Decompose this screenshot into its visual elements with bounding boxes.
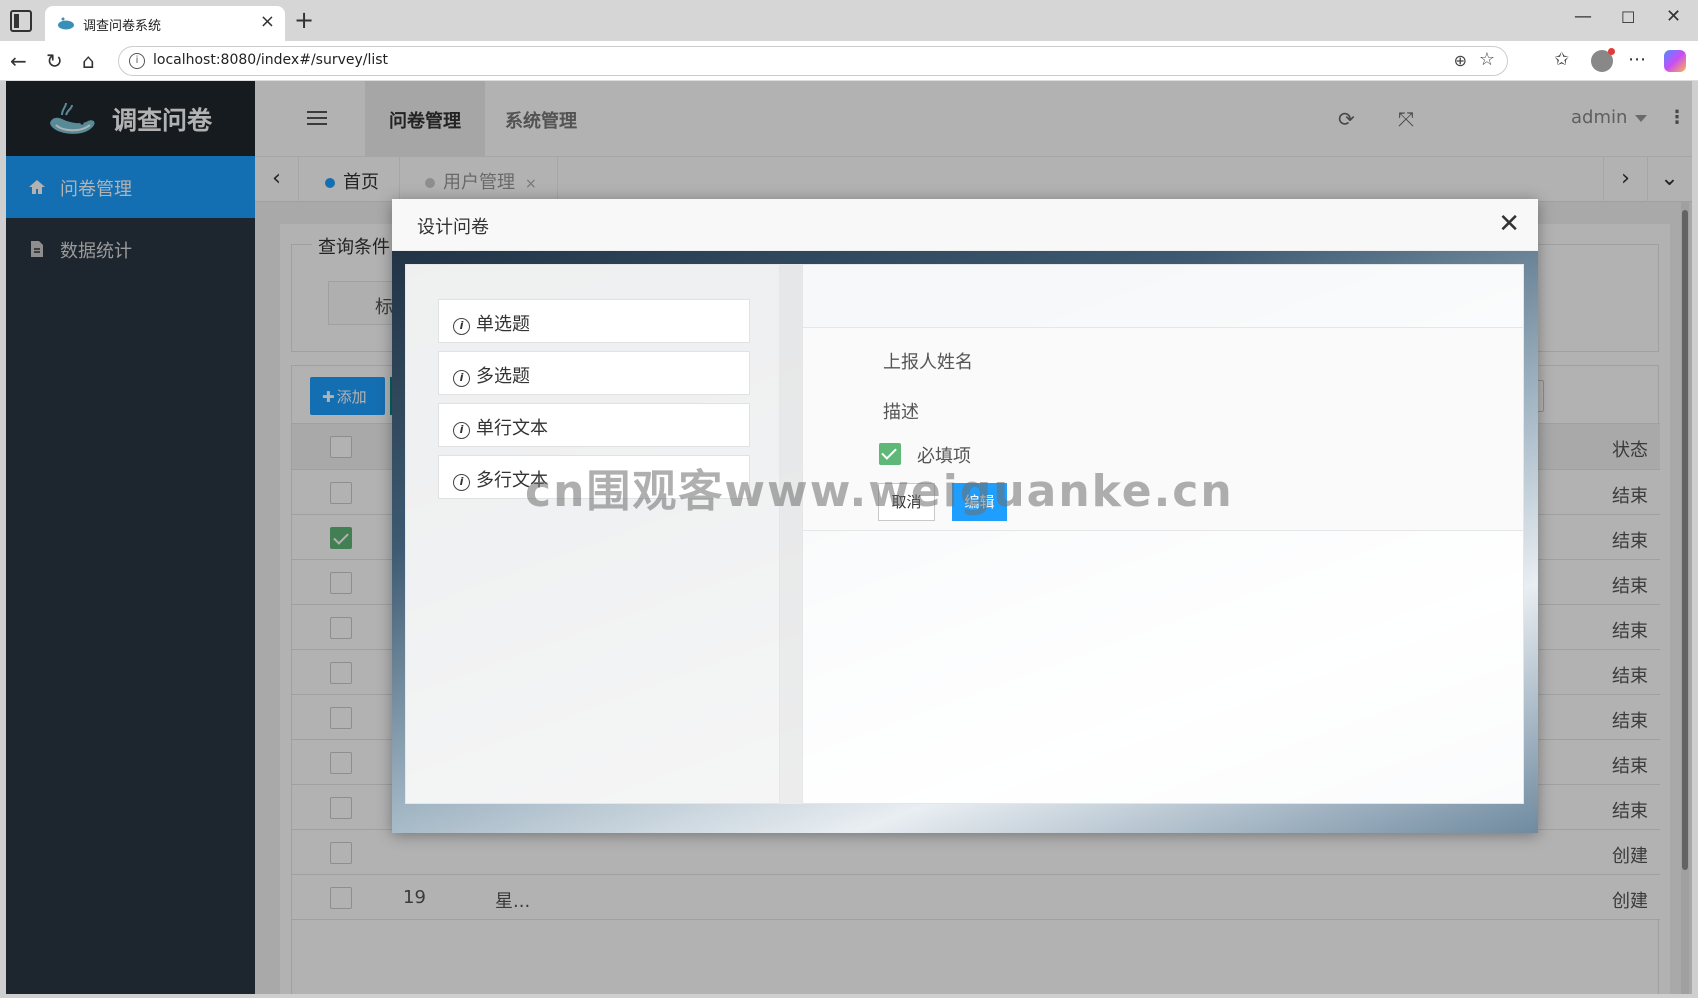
watermark: cn围观客www.weiguanke.cn xyxy=(525,466,1234,517)
profile-avatar[interactable] xyxy=(1591,48,1615,72)
qtype-single-choice[interactable]: i 单选题 xyxy=(438,299,750,343)
dialog-title: 设计问卷 xyxy=(417,217,489,238)
new-tab-icon[interactable]: + xyxy=(294,6,314,34)
question-title[interactable]: 上报人姓名 xyxy=(883,348,973,374)
qtype-label: 多选题 xyxy=(476,366,530,387)
site-info-icon[interactable]: i xyxy=(129,53,145,69)
info-icon: i xyxy=(453,422,470,439)
panel-divider xyxy=(780,264,802,804)
dialog-body: i 单选题 i 多选题 i 单行文本 i 多行文本 上报人姓名 描述 必填项 取消 编辑 xyxy=(392,251,1538,833)
canvas-header xyxy=(803,265,1523,328)
qtype-label: 单选题 xyxy=(476,314,530,335)
more-menu-icon[interactable]: ⋯ xyxy=(1628,49,1646,70)
question-description[interactable]: 描述 xyxy=(883,398,919,424)
reload-icon[interactable]: ↻ xyxy=(46,49,63,73)
copilot-icon[interactable] xyxy=(1664,50,1686,72)
info-icon: i xyxy=(453,474,470,491)
qtype-multi-choice[interactable]: i 多选题 xyxy=(438,351,750,395)
close-icon[interactable]: ✕ xyxy=(1498,209,1520,239)
url-text: localhost:8080/index#/survey/list xyxy=(153,52,389,68)
window-close-icon[interactable]: ✕ xyxy=(1666,6,1681,27)
favorite-star-icon[interactable]: ☆ xyxy=(1479,49,1495,70)
address-bar[interactable]: i localhost:8080/index#/survey/list ⊕ ☆ xyxy=(118,46,1508,76)
minimize-icon[interactable]: — xyxy=(1574,6,1592,27)
browser-toolbar: ← ↻ ⌂ i localhost:8080/index#/survey/lis… xyxy=(0,41,1698,81)
browser-tab-title: 调查问卷系统 xyxy=(83,19,162,34)
dialog-header: 设计问卷 ✕ xyxy=(392,199,1538,251)
whale-favicon-icon xyxy=(58,17,74,30)
browser-tabbar: 调查问卷系统 × + — ☐ ✕ xyxy=(0,0,1698,41)
back-icon[interactable]: ← xyxy=(10,49,27,73)
close-tab-icon[interactable]: × xyxy=(260,11,275,32)
qtype-single-line[interactable]: i 单行文本 xyxy=(438,403,750,447)
home-icon[interactable]: ⌂ xyxy=(82,49,95,73)
maximize-icon[interactable]: ☐ xyxy=(1621,8,1635,27)
zoom-icon[interactable]: ⊕ xyxy=(1454,51,1467,70)
favorites-icon[interactable]: ✩ xyxy=(1554,49,1569,70)
survey-canvas: 上报人姓名 描述 必填项 取消 编辑 xyxy=(802,264,1524,804)
tab-actions-icon[interactable] xyxy=(10,10,32,32)
question-types-panel: i 单选题 i 多选题 i 单行文本 i 多行文本 xyxy=(405,264,780,804)
info-icon: i xyxy=(453,370,470,387)
browser-tab[interactable]: 调查问卷系统 × xyxy=(45,6,285,41)
qtype-label: 单行文本 xyxy=(476,418,548,439)
info-icon: i xyxy=(453,318,470,335)
